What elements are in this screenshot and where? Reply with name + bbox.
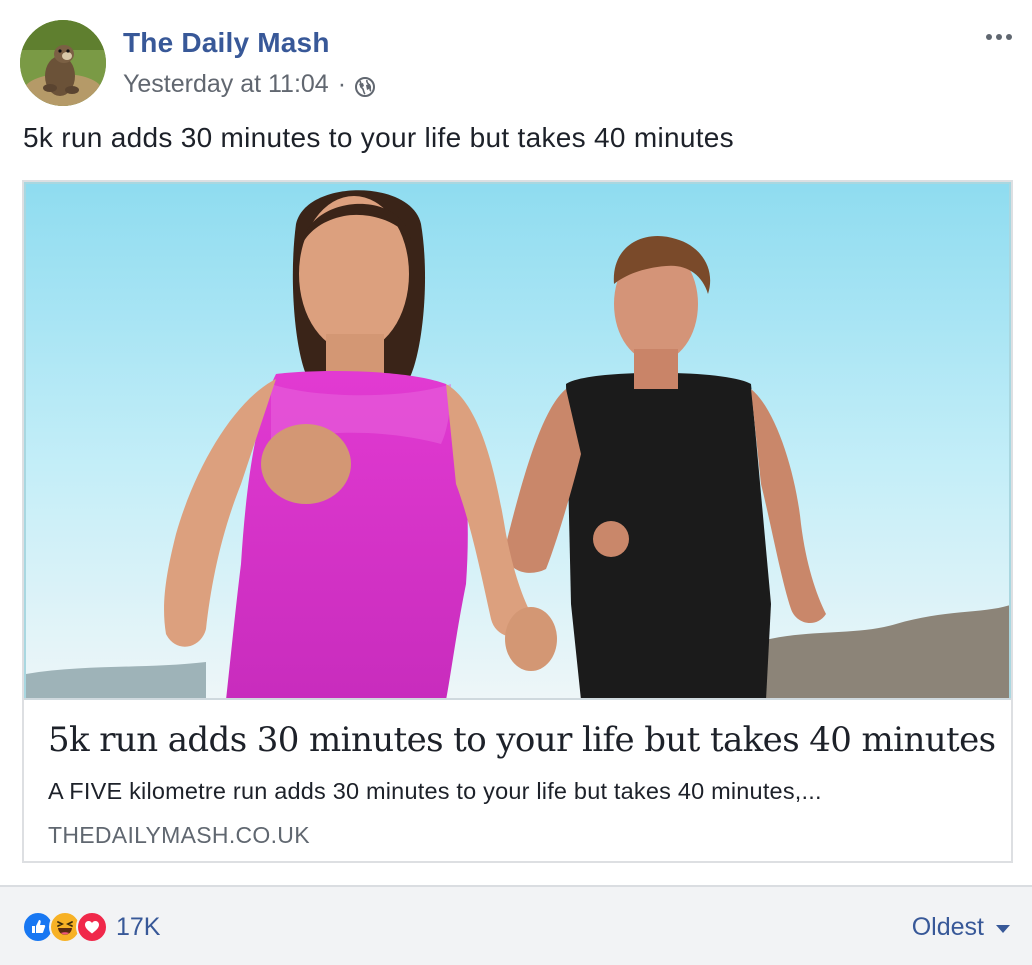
- more-options-icon[interactable]: [982, 20, 1016, 54]
- meta-separator: ·: [337, 70, 347, 98]
- link-preview-info[interactable]: 5k run adds 30 minutes to your life but …: [24, 698, 1011, 861]
- runners-photo: [26, 184, 1009, 698]
- love-icon: [76, 911, 108, 943]
- feed-post: The Daily Mash Yesterday at 11:04 · 5k r…: [0, 0, 1032, 965]
- link-title[interactable]: 5k run adds 30 minutes to your life but …: [48, 720, 996, 760]
- link-description: A FIVE kilometre run adds 30 minutes to …: [48, 778, 822, 804]
- link-domain: THEDAILYMASH.CO.UK: [48, 822, 310, 848]
- link-preview-image[interactable]: [24, 182, 1011, 698]
- page-avatar[interactable]: [20, 20, 106, 106]
- sort-label: Oldest: [911, 913, 984, 941]
- post-footer: 17K Oldest: [0, 885, 1032, 965]
- reaction-count[interactable]: 17K: [116, 913, 160, 942]
- comment-sort-dropdown[interactable]: Oldest: [912, 913, 1010, 942]
- page-name-link[interactable]: The Daily Mash: [123, 27, 330, 59]
- post-timestamp[interactable]: Yesterday at 11:04: [123, 70, 329, 99]
- globe-icon[interactable]: [354, 76, 376, 98]
- avatar-image: [20, 20, 106, 106]
- link-preview-card[interactable]: 5k run adds 30 minutes to your life but …: [22, 180, 1013, 863]
- post-text: 5k run adds 30 minutes to your life but …: [23, 122, 734, 153]
- post-meta: Yesterday at 11:04 ·: [123, 70, 376, 99]
- chevron-down-icon: [996, 924, 1010, 933]
- reactions-summary[interactable]: 17K: [22, 911, 160, 943]
